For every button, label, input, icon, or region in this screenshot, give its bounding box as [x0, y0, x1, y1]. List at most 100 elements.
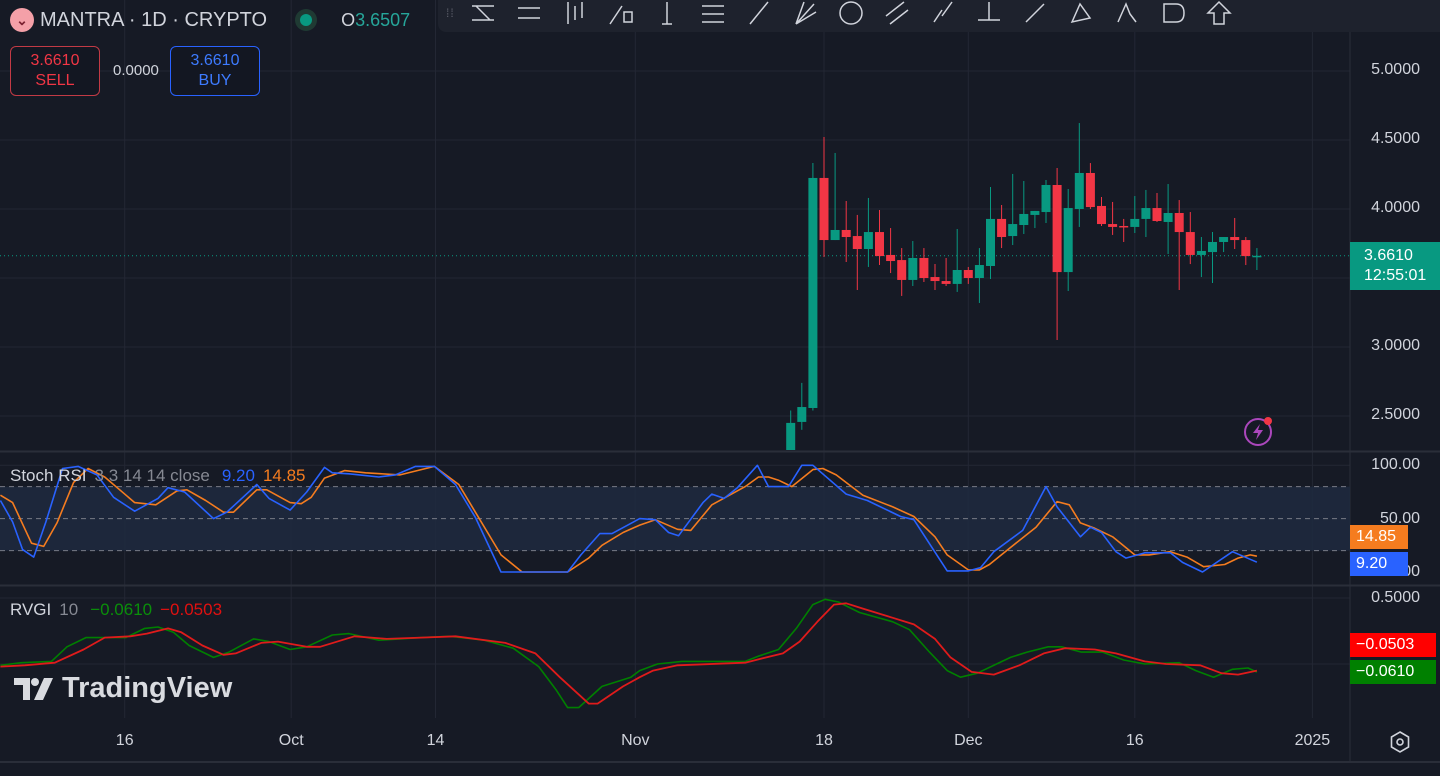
ray-icon — [749, 1, 769, 25]
candle-body — [1196, 250, 1206, 255]
parallel-lines-icon — [885, 1, 909, 25]
fib-retracement-icon — [702, 5, 724, 23]
tradingview-logo[interactable]: TradingView — [14, 672, 232, 705]
candle-up — [1196, 237, 1206, 278]
time-axis-label: Dec — [954, 732, 983, 749]
time-axis-label: Oct — [278, 732, 304, 749]
candle-body — [1074, 172, 1084, 209]
candle-body — [808, 177, 818, 408]
candle-body — [1163, 213, 1173, 222]
candle-body — [1063, 208, 1073, 273]
time-axis-label: Nov — [621, 732, 650, 749]
info-line-tool-button[interactable] — [925, 0, 961, 29]
drawing-toolbar: ⁞⁞ — [438, 0, 1440, 32]
stoch-d-value: 14.85 — [262, 466, 306, 485]
candle-body — [986, 218, 995, 266]
candle-up — [1252, 248, 1262, 270]
abcd-pattern-tool-button[interactable] — [1109, 0, 1145, 29]
candle-up — [1019, 180, 1029, 234]
candle-down — [1230, 217, 1240, 250]
time-axis-label: 18 — [815, 732, 833, 749]
pitchfork-tool-button[interactable] — [787, 0, 823, 29]
candle-body — [1041, 184, 1051, 213]
parallel-lines-tool-button[interactable] — [879, 0, 915, 29]
candle-up — [1041, 180, 1051, 223]
trend-line-tool-button[interactable] — [465, 0, 501, 29]
drag-handle-icon[interactable]: ⁞⁞ — [446, 6, 460, 20]
candle-down — [1097, 196, 1106, 226]
candle-body — [997, 218, 1007, 238]
candle-up — [1219, 237, 1229, 253]
candle-up — [1208, 232, 1217, 283]
ohlc-open-label: O — [341, 9, 356, 30]
candle-body — [919, 257, 929, 278]
time-axis-label: 16 — [1125, 732, 1144, 749]
price-axis-label: 4.5000 — [1371, 130, 1420, 147]
settings-icon[interactable] — [1388, 730, 1412, 754]
circle-tool-button[interactable] — [833, 0, 869, 29]
rectangle-tool-button[interactable] — [603, 0, 639, 29]
time-axis-label: 2025 — [1294, 732, 1331, 749]
arrow-up-tool-button[interactable] — [1201, 0, 1237, 29]
candle-body — [908, 257, 918, 280]
trend-line-icon — [472, 5, 494, 21]
candle-body — [1130, 218, 1140, 227]
candle-down — [930, 264, 940, 291]
candle-down — [1185, 212, 1195, 265]
buy-button[interactable]: 3.6610 BUY — [170, 46, 260, 96]
candle-body — [1085, 172, 1095, 208]
triangle-pattern-tool-button[interactable] — [1063, 0, 1099, 29]
candle-up — [1063, 188, 1073, 291]
rvgi-signal-value: −0.0503 — [160, 600, 223, 619]
candle-down — [852, 214, 862, 291]
symbol-legend[interactable]: ⌄ MANTRA · 1D · CRYPTO O 3.6507 — [10, 8, 410, 32]
vertical-line-tool-button[interactable] — [649, 0, 685, 29]
tradingview-logo-text: TradingView — [62, 672, 233, 704]
stoch-axis-100: 100.00 — [1371, 456, 1420, 473]
candle-body — [974, 265, 984, 278]
candle-up — [1163, 184, 1173, 254]
candle-down — [1052, 168, 1062, 340]
candle-down — [819, 136, 829, 258]
market-status-icon[interactable] — [295, 9, 318, 31]
candle-body — [841, 229, 851, 238]
buy-label: BUY — [198, 72, 232, 89]
shape-icon — [1163, 3, 1185, 23]
buy-price: 3.6610 — [190, 52, 240, 69]
extended-line-tool-button[interactable] — [1017, 0, 1053, 29]
candle-up — [952, 229, 962, 292]
parallel-channel-icon — [518, 7, 540, 19]
horizontal-ray-icon — [978, 2, 1000, 21]
ray-tool-button[interactable] — [741, 0, 777, 29]
symbol-title[interactable]: MANTRA · 1D · CRYPTO — [40, 9, 267, 32]
candle-down — [841, 200, 851, 262]
rvgi-params: 10 — [59, 600, 79, 619]
sell-button[interactable]: 3.6610 SELL — [10, 46, 100, 96]
rvgi-name: RVGI — [10, 600, 52, 619]
candle-down — [897, 248, 907, 296]
long-position-tool-button[interactable] — [557, 0, 593, 29]
candle-body — [963, 269, 973, 278]
vertical-line-icon — [662, 2, 672, 25]
candle-up — [786, 410, 796, 450]
candle-down — [886, 228, 896, 274]
candle-body — [1219, 237, 1229, 242]
rvgi-legend[interactable]: RVGI 10 −0.0610 −0.0503 — [10, 600, 222, 620]
candle-body — [930, 277, 940, 282]
rvgi-value: −0.0610 — [90, 600, 153, 619]
candle-up — [974, 248, 984, 303]
shape-tool-button[interactable] — [1155, 0, 1191, 29]
grid-lines — [0, 0, 1351, 762]
fib-retracement-tool-button[interactable] — [695, 0, 731, 29]
lightning-alert-icon[interactable] — [1242, 415, 1274, 447]
candle-body — [1174, 213, 1184, 233]
chart-canvas[interactable] — [0, 0, 1440, 776]
candle-up — [1030, 210, 1040, 229]
horizontal-ray-tool-button[interactable] — [971, 0, 1007, 29]
time-axis-label: 14 — [426, 732, 445, 749]
candle-down — [1174, 200, 1184, 291]
stoch-rsi-legend[interactable]: Stoch RSI 3 3 14 14 close 9.20 14.85 — [10, 466, 306, 486]
parallel-channel-tool-button[interactable] — [511, 0, 547, 29]
candle-up — [1130, 196, 1140, 234]
time-axis-label: 16 — [115, 732, 134, 749]
